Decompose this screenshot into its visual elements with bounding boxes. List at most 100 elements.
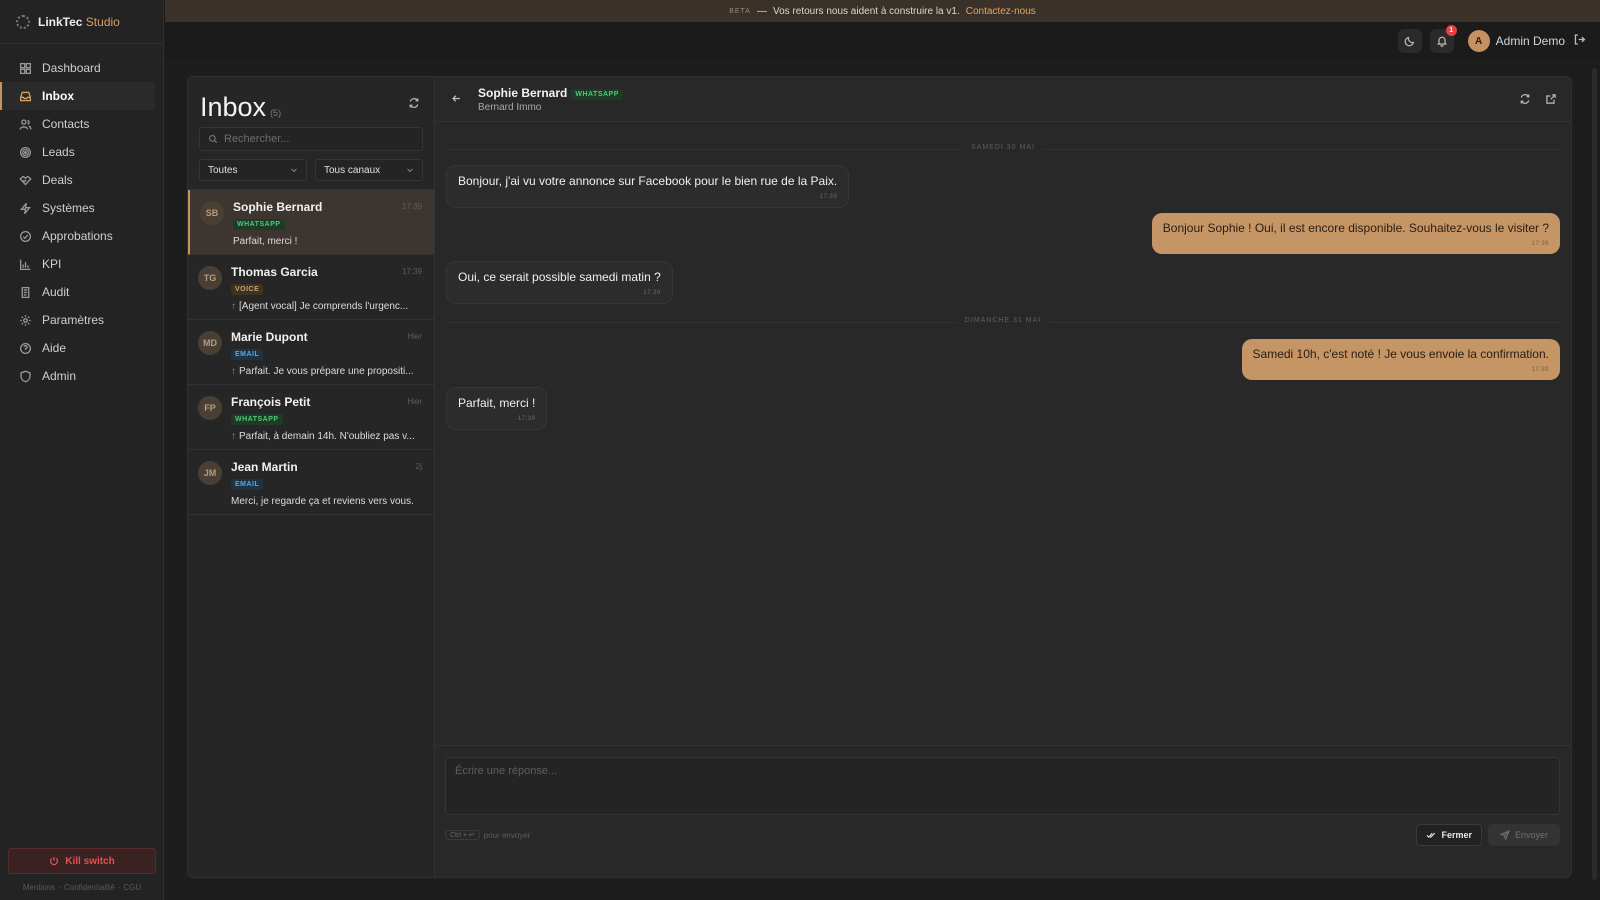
gear-icon [20,314,31,326]
channel-filter-value: Tous canaux [324,164,381,176]
message-preview: Parfait, merci ! [233,236,298,247]
message-preview: ↑ [Agent vocal] Je comprends l'urgenc... [231,301,409,312]
sidebar-item-leads[interactable]: Leads [0,138,155,166]
handshake-icon [19,175,32,186]
send-label: Envoyer [1514,830,1549,840]
contact-name: Jean Martin [231,460,298,474]
status-filter-select[interactable]: Toutes [199,159,307,181]
conversation-list: SB Sophie Bernard 17:39 WHATSAPP Parfait… [188,189,434,515]
date-separator: DIMANCHE 31 MAI [446,317,1560,324]
users-icon [19,118,32,130]
sidebar-item-admin[interactable]: Admin [0,362,155,390]
page-title: Inbox [200,92,267,122]
chevron-down-icon [291,168,297,173]
send-icon [1499,830,1510,840]
kill-switch-label: Kill switch [65,855,115,867]
back-button[interactable] [451,92,462,107]
message-bubble-outgoing: Bonjour Sophie ! Oui, il est encore disp… [1151,213,1560,255]
sidebar-item-approbations[interactable]: Approbations [0,222,155,250]
reply-input[interactable] [445,757,1560,815]
message-preview: ↑ Parfait. Je vous prépare une propositi.… [231,366,414,377]
check-circle-icon [19,230,32,242]
sidebar-item-label: Inbox [42,89,74,103]
beta-banner: BETA — Vos retours nous aident à constru… [165,0,1600,22]
conversation-item[interactable]: SB Sophie Bernard 17:39 WHATSAPP Parfait… [188,190,434,255]
logout-icon [1574,34,1586,45]
sidebar-item-label: Dashboard [42,61,101,75]
avatar: A [1467,30,1490,52]
page-scrollbar[interactable] [1592,68,1597,880]
sidebar-item-kpi[interactable]: KPI [0,250,155,278]
arrow-left-icon [452,94,460,102]
open-external-button[interactable] [1545,93,1557,108]
sidebar-item-inbox[interactable]: Inbox [0,82,155,110]
sidebar-item-dashboard[interactable]: Dashboard [0,54,155,82]
search-input[interactable] [224,133,404,145]
chat-contact: Sophie Bernard WHATSAPP Bernard Immo [478,85,623,113]
sidebar-item-aide[interactable]: Aide [0,334,155,362]
logo-icon [16,14,30,29]
chat-pane: Sophie Bernard WHATSAPP Bernard Immo SAME… [435,77,1571,877]
notification-badge: 1 [1445,25,1457,36]
chat-contact-name: Sophie Bernard [478,86,568,100]
channel-filter-select[interactable]: Tous canaux [315,159,423,181]
scroll-icon [21,286,30,298]
contact-avatar: MD [198,331,222,355]
outgoing-arrow-icon: ↑ [231,301,236,312]
inbox-header: Inbox (5) [188,77,434,121]
sidebar-item-label: KPI [42,257,62,271]
footer-link-cgu[interactable]: CGU [123,883,141,892]
inbox-panel: Inbox (5) Toutes Tous canaux SB Sophie B… [187,76,1572,878]
power-icon [50,856,59,866]
composer: Ctrl + ↵ pour envoyer Fermer Envoyer [435,745,1571,877]
filters: Toutes Tous canaux [199,159,423,181]
sidebar-item-audit[interactable]: Audit [0,278,155,306]
kill-switch-button[interactable]: Kill switch [8,848,156,874]
user-menu[interactable]: A Admin Demo [1467,30,1565,52]
contact-link[interactable]: Contactez-nous [966,6,1036,17]
sidebar-item-parametres[interactable]: Paramètres [0,306,155,334]
footer-link-confidentialite[interactable]: Confidentialité [64,883,115,892]
sidebar-item-deals[interactable]: Deals [0,166,155,194]
conversation-time: Hier [407,397,422,406]
beta-text: Vos retours nous aident à construire la … [772,5,960,17]
message-bubble-incoming: Bonjour, j'ai vu votre annonce sur Faceb… [446,165,850,209]
contact-avatar: SB [200,201,224,225]
user-name: Admin Demo [1495,34,1565,48]
sidebar-item-label: Leads [42,145,75,159]
target-icon [19,146,32,158]
contact-name: Thomas Garcia [231,265,318,279]
brand[interactable]: LinkTec Studio [0,0,163,44]
conversation-item[interactable]: FP François Petit Hier WHATSAPP ↑ Parfait… [188,385,434,450]
logout-button[interactable] [1573,33,1586,49]
refresh-list-button[interactable] [408,97,420,112]
conversation-item[interactable]: JM Jean Martin 2j EMAIL Merci, je regard… [188,450,434,515]
inbox-count: (5) [270,108,282,118]
sidebar-item-label: Audit [42,285,70,299]
refresh-chat-button[interactable] [1519,93,1531,108]
message-preview: ↑ Parfait, à demain 14h. N'oubliez pas v.… [231,431,415,442]
inbox-icon [19,91,32,101]
conversation-item[interactable]: MD Marie Dupont Hier EMAIL ↑ Parfait. Je … [188,320,434,385]
close-conversation-button[interactable]: Fermer [1416,824,1482,846]
chevron-down-icon [407,168,413,173]
refresh-icon [1520,94,1530,104]
send-button[interactable]: Envoyer [1488,824,1560,846]
message-time: 17:39 [643,289,661,296]
grid-icon [19,62,32,74]
sidebar-item-contacts[interactable]: Contacts [0,110,155,138]
beta-dash: — [756,5,767,17]
footer-link-mentions[interactable]: Mentions [23,883,55,892]
sidebar: LinkTec Studio Dashboard Inbox Contacts … [0,0,164,900]
theme-toggle-button[interactable] [1397,29,1422,53]
help-icon [19,342,32,354]
conversation-item[interactable]: TG Thomas Garcia 17:39 VOICE ↑ [Agent voc… [188,255,434,320]
chat-contact-company: Bernard Immo [478,102,542,113]
bar-chart-icon [19,259,31,270]
notifications-button[interactable]: 1 [1429,25,1457,53]
outgoing-arrow-icon: ↑ [231,366,236,377]
footer-links: Mentions · Confidentialité · CGU [22,883,142,892]
contact-avatar: JM [198,461,222,485]
contact-avatar: TG [198,266,222,290]
sidebar-item-systemes[interactable]: Systèmes [0,194,155,222]
